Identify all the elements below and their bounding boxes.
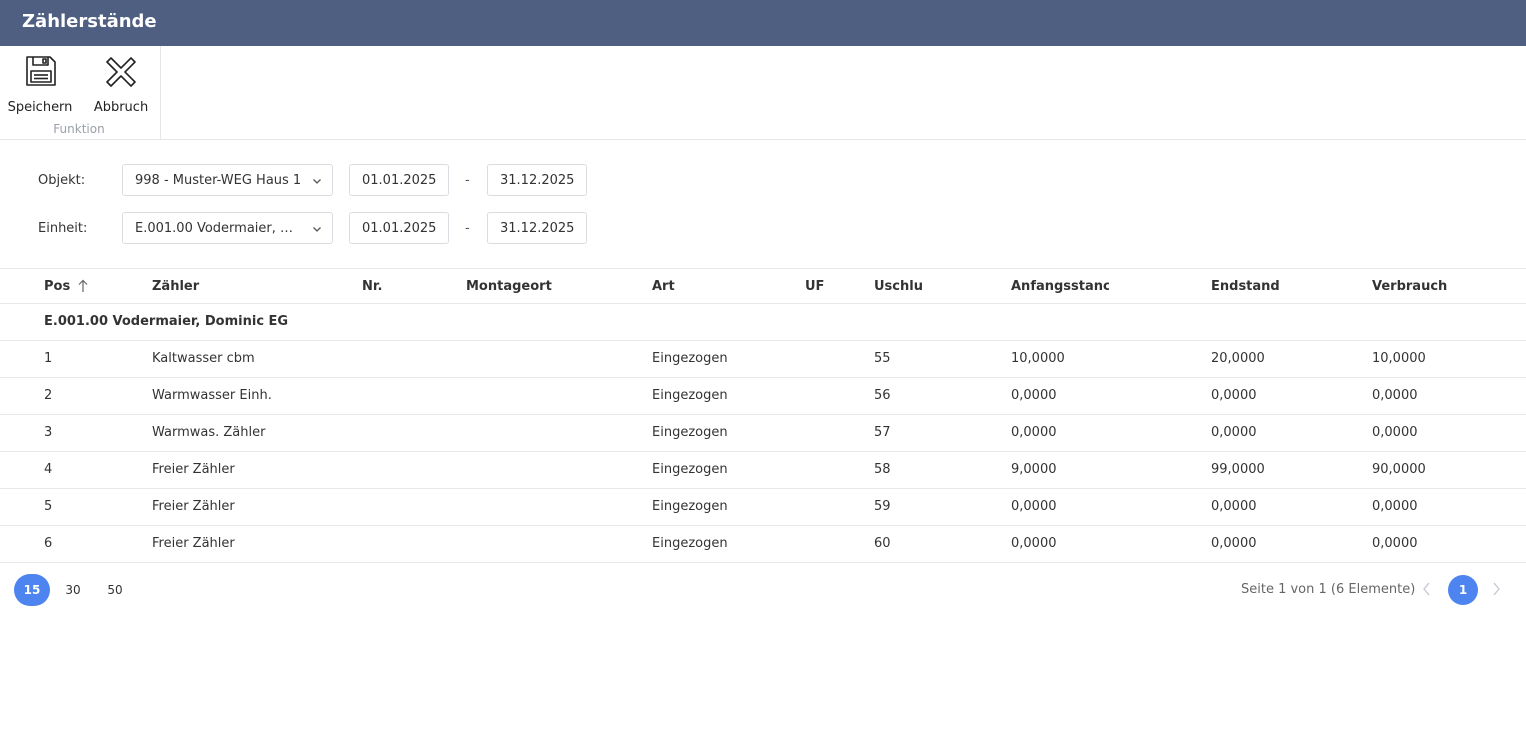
- table-header: Pos Zähler Nr. Montageort Art UF Uschlu …: [0, 268, 1526, 304]
- table-row[interactable]: 4 Freier Zähler Eingezogen 58 9,0000 99,…: [0, 452, 1526, 489]
- column-header-endstand[interactable]: Endstand: [1211, 279, 1361, 294]
- objekt-select[interactable]: 998 - Muster-WEG Haus 1: [122, 164, 333, 196]
- cell-art: Eingezogen: [652, 499, 728, 514]
- cell-anfangsstand: 0,0000: [1011, 499, 1057, 514]
- save-button[interactable]: Speichern: [4, 52, 76, 115]
- group-label: E.001.00 Vodermaier, Dominic EG: [44, 314, 289, 329]
- cell-pos: 6: [44, 536, 53, 551]
- cell-art: Eingezogen: [652, 462, 728, 477]
- cell-art: Eingezogen: [652, 536, 728, 551]
- cell-verbrauch: 0,0000: [1372, 388, 1418, 403]
- einheit-select[interactable]: E.001.00 Vodermaier, Dominic EG: [122, 212, 333, 244]
- page-button-current[interactable]: 1: [1448, 575, 1478, 605]
- column-header-montageort[interactable]: Montageort: [466, 279, 646, 294]
- table-row[interactable]: 3 Warmwas. Zähler Eingezogen 57 0,0000 0…: [0, 415, 1526, 452]
- cell-pos: 1: [44, 351, 53, 366]
- cell-pos: 2: [44, 388, 53, 403]
- cell-art: Eingezogen: [652, 425, 728, 440]
- table-group-row[interactable]: E.001.00 Vodermaier, Dominic EG: [0, 304, 1526, 341]
- chevron-down-icon: [312, 223, 322, 238]
- cell-art: Eingezogen: [652, 351, 728, 366]
- cell-endstand: 0,0000: [1211, 425, 1257, 440]
- einheit-date-from[interactable]: [349, 212, 449, 244]
- cell-verbrauch: 10,0000: [1372, 351, 1426, 366]
- cell-verbrauch: 0,0000: [1372, 425, 1418, 440]
- einheit-select-value: E.001.00 Vodermaier, Dominic EG: [135, 221, 303, 236]
- einheit-date-separator: -: [465, 221, 470, 236]
- floppy-disk-icon: [24, 54, 58, 92]
- cell-zaehler: Freier Zähler: [152, 536, 235, 551]
- einheit-date-to[interactable]: [487, 212, 587, 244]
- toolbar: Speichern Abbruch Funktion: [0, 46, 1526, 140]
- table-row[interactable]: 2 Warmwasser Einh. Eingezogen 56 0,0000 …: [0, 378, 1526, 415]
- cell-endstand: 99,0000: [1211, 462, 1265, 477]
- cell-zaehler: Freier Zähler: [152, 462, 235, 477]
- cell-zaehler: Warmwas. Zähler: [152, 425, 266, 440]
- objekt-label: Objekt:: [38, 173, 86, 188]
- cell-uschlu: 60: [874, 536, 891, 551]
- table-row[interactable]: 1 Kaltwasser cbm Eingezogen 55 10,0000 2…: [0, 341, 1526, 378]
- column-header-zaehler[interactable]: Zähler: [152, 279, 352, 294]
- cell-endstand: 0,0000: [1211, 499, 1257, 514]
- cell-art: Eingezogen: [652, 388, 728, 403]
- objekt-date-from[interactable]: [349, 164, 449, 196]
- chevron-left-icon[interactable]: [1421, 581, 1433, 601]
- cell-verbrauch: 90,0000: [1372, 462, 1426, 477]
- cell-pos: 5: [44, 499, 53, 514]
- cell-endstand: 0,0000: [1211, 536, 1257, 551]
- cell-verbrauch: 0,0000: [1372, 536, 1418, 551]
- page-size-15[interactable]: 15: [14, 574, 50, 606]
- page-info: Seite 1 von 1 (6 Elemente): [1241, 582, 1416, 597]
- page-size-50[interactable]: 50: [97, 574, 133, 606]
- cancel-button[interactable]: Abbruch: [87, 52, 155, 115]
- page-size-30[interactable]: 30: [55, 574, 91, 606]
- toolbar-group-funktion: Speichern Abbruch Funktion: [0, 46, 161, 139]
- table-row[interactable]: 6 Freier Zähler Eingezogen 60 0,0000 0,0…: [0, 526, 1526, 563]
- cell-zaehler: Warmwasser Einh.: [152, 388, 272, 403]
- column-header-nr[interactable]: Nr.: [362, 279, 452, 294]
- cell-uschlu: 56: [874, 388, 891, 403]
- einheit-label: Einheit:: [38, 221, 88, 236]
- column-header-art[interactable]: Art: [652, 279, 792, 294]
- column-header-pos[interactable]: Pos: [44, 279, 134, 294]
- column-header-uf[interactable]: UF: [805, 279, 865, 294]
- title-bar: Zählerstände: [0, 0, 1526, 46]
- toolbar-group-label: Funktion: [53, 122, 105, 136]
- cell-zaehler: Kaltwasser cbm: [152, 351, 255, 366]
- cell-endstand: 20,0000: [1211, 351, 1265, 366]
- cell-uschlu: 59: [874, 499, 891, 514]
- chevron-down-icon: [312, 175, 322, 190]
- cell-pos: 4: [44, 462, 53, 477]
- cancel-button-label: Abbruch: [93, 100, 149, 115]
- close-icon: [103, 54, 139, 94]
- objekt-date-to[interactable]: [487, 164, 587, 196]
- cell-zaehler: Freier Zähler: [152, 499, 235, 514]
- column-header-uschlu[interactable]: Uschlu: [874, 279, 1004, 294]
- cell-anfangsstand: 0,0000: [1011, 536, 1057, 551]
- cell-anfangsstand: 0,0000: [1011, 388, 1057, 403]
- cell-pos: 3: [44, 425, 53, 440]
- window-title: Zählerstände: [22, 11, 157, 32]
- cell-uschlu: 58: [874, 462, 891, 477]
- column-header-anfangsstand[interactable]: Anfangsstanc: [1011, 279, 1109, 294]
- table-row[interactable]: 5 Freier Zähler Eingezogen 59 0,0000 0,0…: [0, 489, 1526, 526]
- column-header-verbrauch[interactable]: Verbrauch: [1372, 279, 1512, 294]
- objekt-date-separator: -: [465, 173, 470, 188]
- cell-anfangsstand: 9,0000: [1011, 462, 1057, 477]
- cell-uschlu: 55: [874, 351, 891, 366]
- cell-endstand: 0,0000: [1211, 388, 1257, 403]
- objekt-select-value: 998 - Muster-WEG Haus 1: [135, 173, 302, 188]
- cell-uschlu: 57: [874, 425, 891, 440]
- sort-ascending-icon[interactable]: [77, 279, 89, 297]
- cell-anfangsstand: 10,0000: [1011, 351, 1065, 366]
- cell-anfangsstand: 0,0000: [1011, 425, 1057, 440]
- cell-verbrauch: 0,0000: [1372, 499, 1418, 514]
- save-button-label: Speichern: [7, 100, 73, 115]
- chevron-right-icon[interactable]: [1490, 581, 1502, 601]
